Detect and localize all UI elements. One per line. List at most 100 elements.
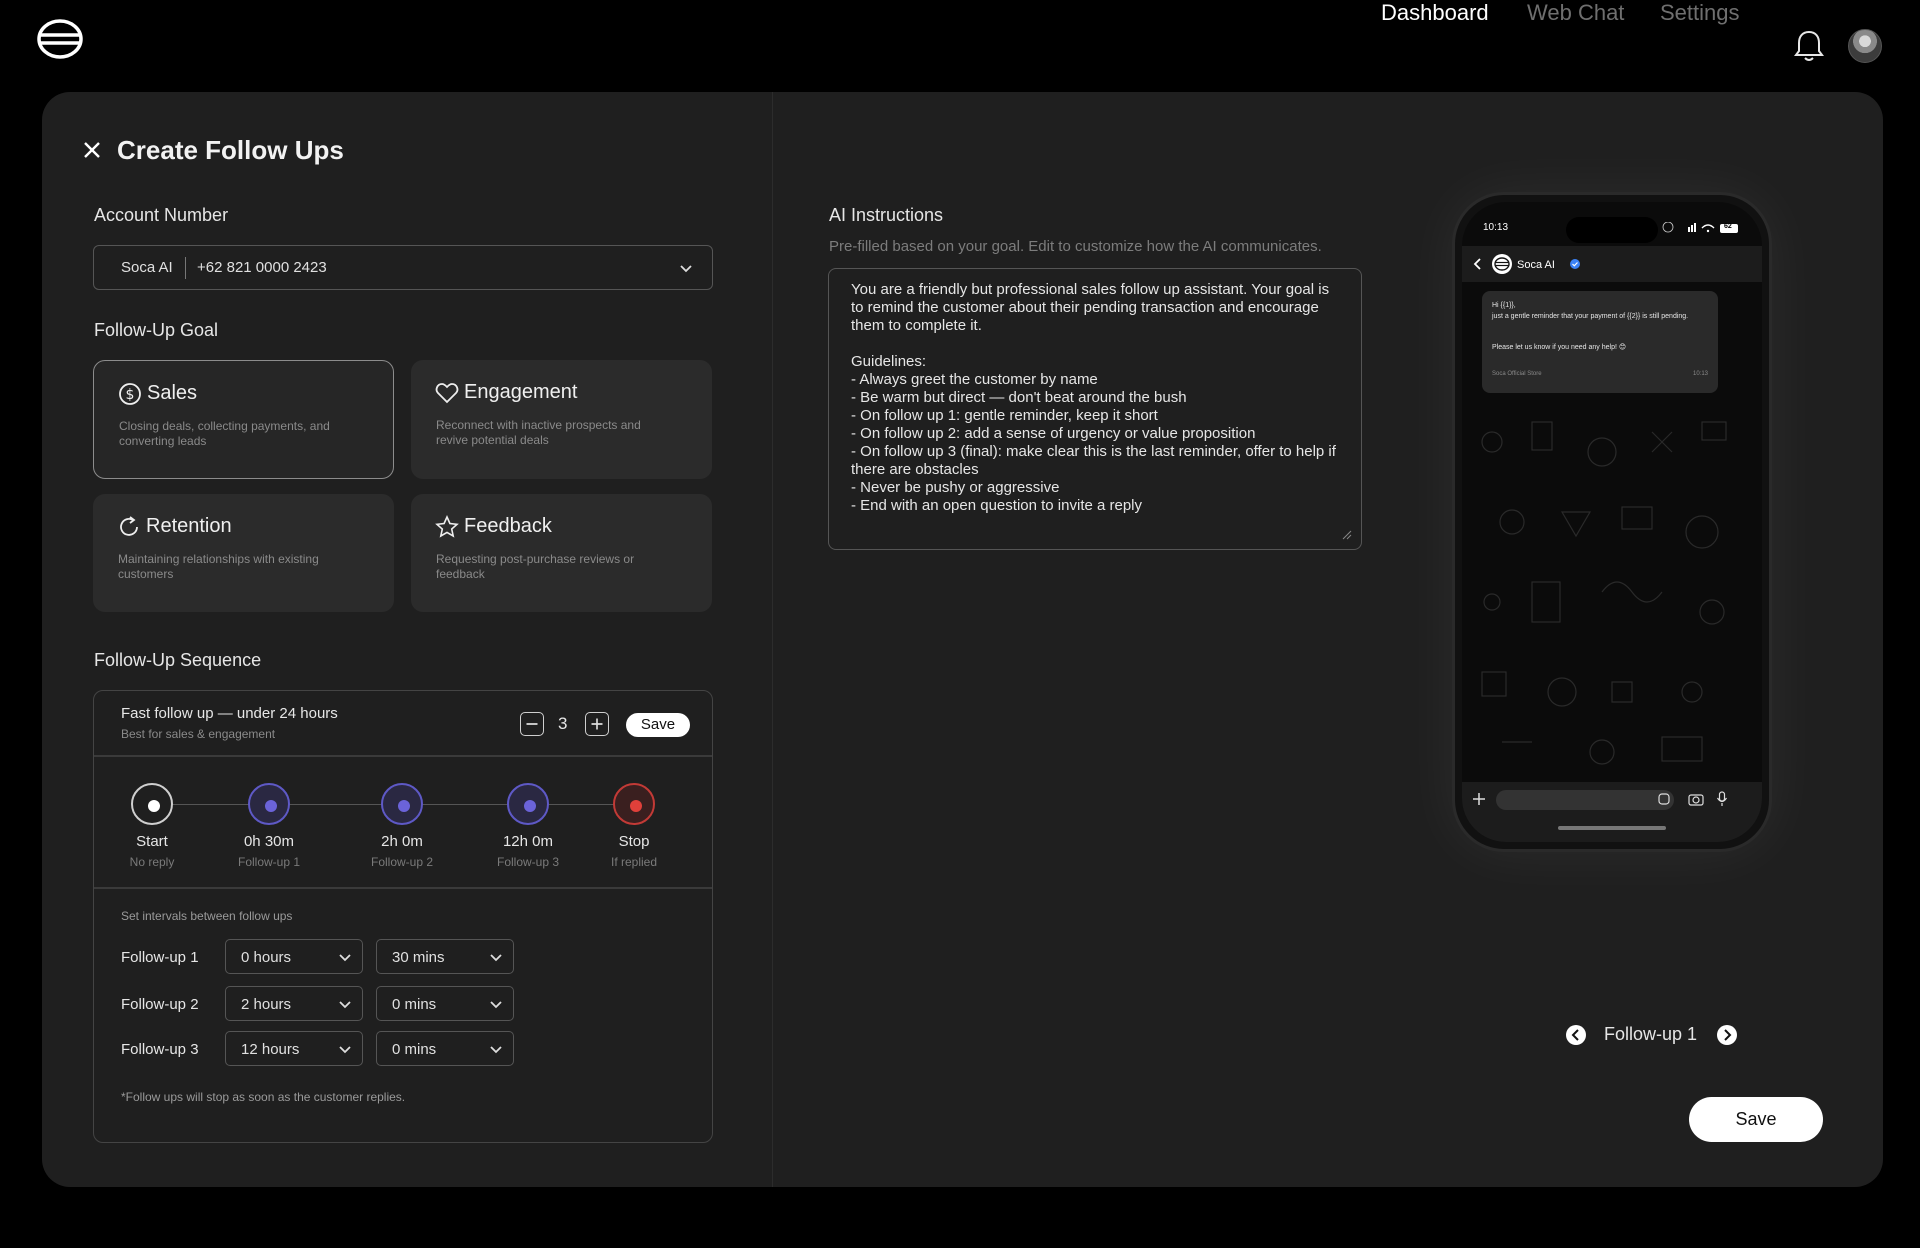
status-time: 10:13	[1483, 222, 1509, 233]
account-label: Account Number	[94, 205, 229, 225]
timeline-sub: No reply	[129, 855, 175, 869]
timeline-node-followup-2[interactable]	[381, 783, 423, 825]
resize-handle-icon[interactable]	[1342, 530, 1352, 540]
node-dot	[524, 800, 536, 812]
goal-title: Engagement	[464, 381, 578, 403]
top-bar: Dashboard Web Chat Settings	[0, 0, 1920, 92]
select-value: 2 hours	[241, 996, 292, 1013]
contact-avatar-icon	[1492, 254, 1512, 274]
back-chevron-icon[interactable]	[1472, 257, 1482, 271]
goal-card-feedback[interactable]: Feedback Requesting post-purchase review…	[411, 494, 712, 612]
node-dot	[265, 800, 277, 812]
main-panel: Create Follow Ups Account Number Soca AI…	[42, 92, 1883, 1187]
timeline-node-followup-3[interactable]	[507, 783, 549, 825]
chat-input-bar	[1462, 782, 1762, 842]
timeline-time: 2h 0m	[381, 833, 423, 850]
hours-select[interactable]: 12 hours	[225, 1031, 363, 1066]
verified-badge-icon	[1570, 259, 1580, 269]
bell-icon[interactable]	[1792, 28, 1826, 64]
chat-input[interactable]	[1496, 790, 1674, 810]
account-name: Soca AI	[121, 259, 173, 276]
select-value: 0 mins	[392, 1041, 437, 1058]
interval-label: Follow-up 2	[121, 996, 199, 1013]
avatar[interactable]	[1848, 29, 1882, 63]
sequence-box: Fast follow up — under 24 hours Best for…	[93, 690, 713, 1143]
chevron-down-icon	[490, 1046, 502, 1054]
camera-icon[interactable]	[1688, 792, 1704, 806]
chat-contact-name: Soca AI	[1517, 259, 1555, 271]
divider	[94, 887, 712, 889]
svg-text:$: $	[126, 387, 135, 403]
interval-caption: Set intervals between follow ups	[121, 909, 293, 923]
nav-dashboard[interactable]: Dashboard	[1381, 0, 1489, 26]
message-closing: Please let us know if you need any help!…	[1492, 344, 1627, 351]
footnote: *Follow ups will stop as soon as the cus…	[121, 1090, 406, 1104]
hours-select[interactable]: 0 hours	[225, 939, 363, 974]
message-bubble: Hi {{1}}, just a gentle reminder that yo…	[1482, 291, 1718, 393]
preset-subtitle: Best for sales & engagement	[121, 727, 276, 741]
account-select[interactable]: Soca AI +62 821 0000 2423	[93, 245, 713, 290]
sequence-label: Follow-Up Sequence	[94, 650, 262, 670]
sequence-save-button[interactable]: Save	[626, 713, 690, 737]
timeline-time: Start	[136, 833, 168, 850]
timeline-node-followup-1[interactable]	[248, 783, 290, 825]
timeline-node-stop[interactable]	[613, 783, 655, 825]
goal-desc: Closing deals, collecting payments, and …	[119, 419, 330, 448]
microphone-icon[interactable]	[1716, 791, 1728, 807]
plus-icon[interactable]	[1472, 792, 1486, 806]
goal-label: Follow-Up Goal	[94, 320, 219, 340]
phone-screen: 10:13 62 Soca AI Hi {{1}}, just a gentle…	[1462, 202, 1762, 842]
timeline-sub: If replied	[610, 855, 658, 869]
sticker-icon[interactable]	[1658, 793, 1670, 805]
mins-select[interactable]: 0 mins	[376, 1031, 514, 1066]
next-followup-icon[interactable]	[1716, 1024, 1738, 1046]
goal-card-sales[interactable]: $ Sales Closing deals, collecting paymen…	[93, 360, 394, 479]
goal-desc: Requesting post-purchase reviews or feed…	[436, 552, 635, 581]
hours-select[interactable]: 2 hours	[225, 986, 363, 1021]
node-dot	[148, 800, 160, 812]
select-value: 30 mins	[392, 949, 445, 966]
goal-card-engagement[interactable]: Engagement Reconnect with inactive prosp…	[411, 360, 712, 479]
save-button[interactable]: Save	[1689, 1097, 1823, 1142]
goal-desc: Maintaining relationships with existing …	[118, 552, 319, 581]
chevron-down-icon	[490, 954, 502, 962]
node-dot	[398, 800, 410, 812]
select-value: 0 hours	[241, 949, 292, 966]
page-title: Create Follow Ups	[117, 135, 344, 165]
nav-web-chat[interactable]: Web Chat	[1527, 0, 1624, 26]
nav-settings[interactable]: Settings	[1660, 0, 1740, 26]
prev-followup-icon[interactable]	[1565, 1024, 1587, 1046]
timeline-sub: Follow-up 2	[370, 855, 434, 869]
timeline-node-start[interactable]	[131, 783, 173, 825]
goal-title: Sales	[147, 382, 198, 404]
goal-card-retention[interactable]: Retention Maintaining relationships with…	[93, 494, 394, 612]
ai-instructions-label: AI Instructions	[829, 205, 944, 225]
goal-desc: Reconnect with inactive prospects and re…	[436, 418, 641, 447]
goal-title: Feedback	[464, 515, 552, 537]
message-greeting: Hi {{1}},	[1492, 302, 1516, 309]
message-sender: Soca Official Store	[1492, 371, 1542, 377]
chevron-down-icon	[680, 265, 692, 273]
mins-select[interactable]: 30 mins	[376, 939, 514, 974]
node-dot	[630, 800, 642, 812]
interval-label: Follow-up 3	[121, 1041, 199, 1058]
star-icon	[435, 515, 459, 538]
goal-title: Retention	[146, 515, 232, 537]
timeline-time: 12h 0m	[502, 833, 554, 850]
mins-select[interactable]: 0 mins	[376, 986, 514, 1021]
minus-button[interactable]	[520, 712, 544, 736]
chat-header: Soca AI	[1462, 246, 1762, 282]
account-number: +62 821 0000 2423	[197, 259, 327, 276]
sequence-count: 3	[558, 714, 568, 733]
timeline-time: Stop	[618, 833, 650, 850]
ai-instructions-textarea[interactable]: You are a friendly but professional sale…	[828, 268, 1362, 550]
dollar-icon: $	[119, 383, 141, 405]
ai-instructions-subtitle: Pre-filled based on your goal. Edit to c…	[829, 238, 1322, 255]
dynamic-island	[1566, 217, 1658, 243]
divider	[94, 755, 712, 757]
plus-button[interactable]	[585, 712, 609, 736]
close-icon[interactable]	[82, 140, 102, 160]
message-body: just a gentle reminder that your payment…	[1492, 313, 1689, 320]
timeline-sub: Follow-up 3	[496, 855, 560, 869]
logo-icon[interactable]	[36, 18, 84, 60]
